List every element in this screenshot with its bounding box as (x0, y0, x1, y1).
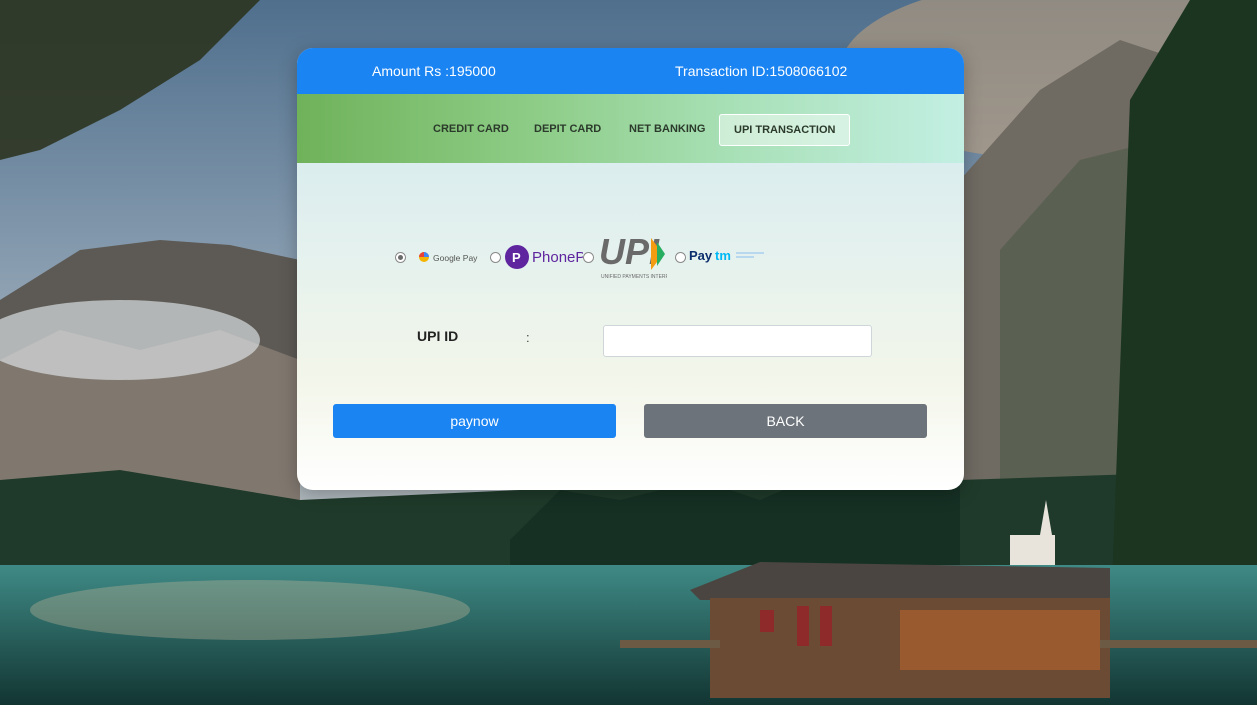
svg-text:Pay: Pay (689, 248, 713, 263)
radio-phonepe[interactable] (490, 252, 501, 263)
phonepe-logo: P PhonePe (505, 242, 594, 277)
radio-paytm[interactable] (675, 252, 686, 263)
paytm-logo: Pay tm (689, 246, 769, 271)
svg-text:tm: tm (715, 248, 731, 263)
upi-app-options: Google Pay P PhonePe UPI UNIFIED PAYMENT… (395, 231, 795, 284)
radio-upi[interactable] (583, 252, 594, 263)
svg-text:UPI: UPI (599, 231, 660, 272)
tab-net-banking[interactable]: NET BANKING (615, 114, 719, 144)
radio-google-pay[interactable] (395, 252, 406, 263)
payment-header: Amount Rs :195000 Transaction ID:1508066… (297, 48, 964, 94)
upi-logo: UPI UNIFIED PAYMENTS INTERFACE (599, 230, 679, 287)
google-pay-text: Google Pay (433, 253, 478, 263)
back-button[interactable]: BACK (644, 404, 927, 438)
paynow-button[interactable]: paynow (333, 404, 616, 438)
payment-tabs: CREDIT CARD DEPIT CARD NET BANKING UPI T… (297, 94, 964, 163)
tab-credit-card[interactable]: CREDIT CARD (419, 114, 523, 144)
google-pay-logo: Google Pay (418, 248, 478, 271)
amount-label: Amount Rs :195000 (372, 63, 496, 79)
svg-text:UNIFIED PAYMENTS INTERFACE: UNIFIED PAYMENTS INTERFACE (601, 274, 667, 280)
tab-upi-transaction[interactable]: UPI TRANSACTION (719, 114, 851, 146)
tab-debit-card[interactable]: DEPIT CARD (520, 114, 615, 144)
transaction-id-label: Transaction ID:1508066102 (675, 63, 848, 79)
svg-text:PhonePe: PhonePe (532, 249, 583, 266)
payment-card: Amount Rs :195000 Transaction ID:1508066… (297, 48, 964, 490)
upi-id-label: UPI ID (417, 328, 459, 344)
upi-id-separator: : (526, 330, 530, 345)
upi-id-input[interactable] (603, 325, 872, 357)
svg-text:P: P (512, 250, 521, 265)
